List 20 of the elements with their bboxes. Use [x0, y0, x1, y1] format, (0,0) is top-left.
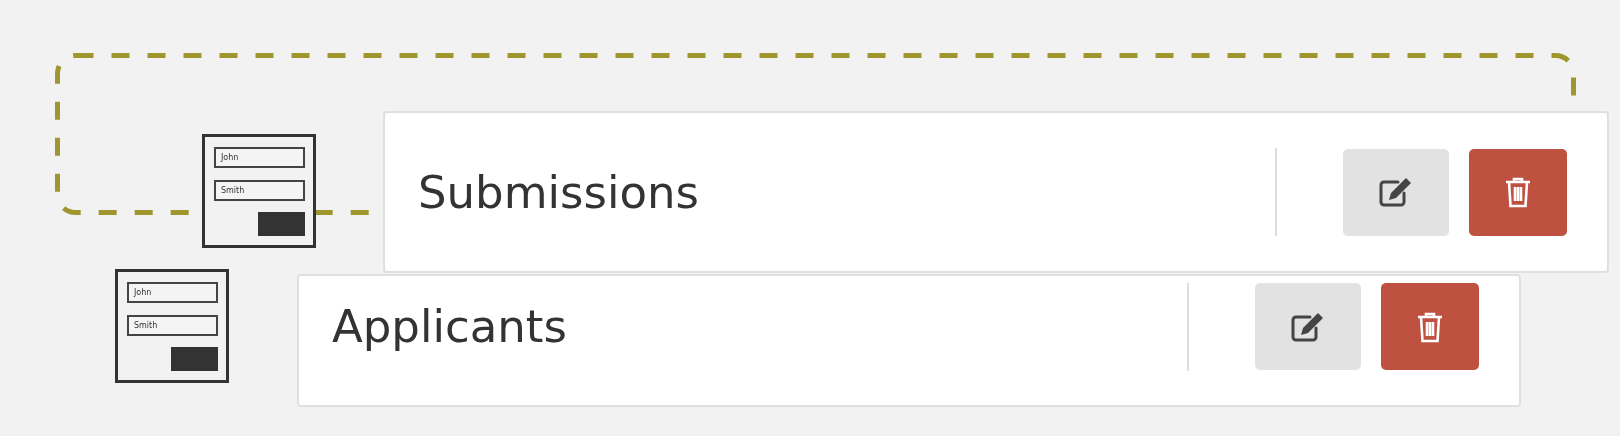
- trash-icon: [1504, 176, 1532, 208]
- form-thumbnail[interactable]: John Smith: [115, 269, 229, 383]
- card-title: Applicants: [332, 300, 568, 353]
- edit-icon: [1378, 176, 1414, 208]
- delete-button[interactable]: [1469, 148, 1567, 236]
- input-field: Smith: [214, 180, 305, 201]
- delete-button[interactable]: [1381, 283, 1479, 370]
- edit-button[interactable]: [1343, 148, 1449, 236]
- submit-button: [171, 347, 218, 371]
- list-card[interactable]: Applicants: [297, 274, 1521, 407]
- edit-button[interactable]: [1255, 283, 1361, 370]
- edit-icon: [1290, 310, 1326, 343]
- input-field: Smith: [127, 315, 218, 336]
- input-field: John: [214, 147, 305, 168]
- form-thumbnail[interactable]: John Smith: [202, 134, 316, 248]
- card-title: Submissions: [418, 165, 700, 219]
- trash-icon: [1416, 310, 1444, 343]
- submit-button: [258, 212, 305, 236]
- list-card[interactable]: Submissions: [383, 111, 1609, 273]
- input-field: John: [127, 282, 218, 303]
